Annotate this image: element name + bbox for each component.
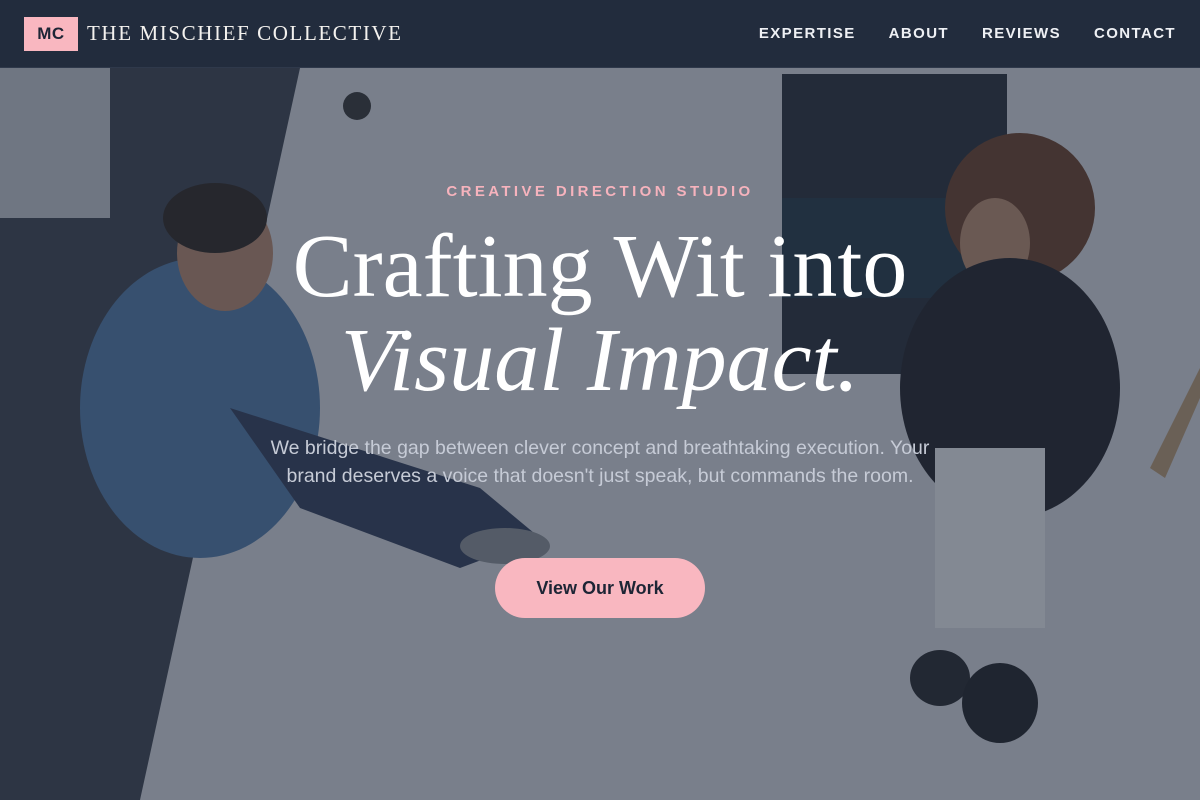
brand-name[interactable]: THE MISCHIEF COLLECTIVE [87, 21, 403, 46]
hero-subtext: We bridge the gap between clever concept… [270, 437, 930, 487]
nav-link-reviews[interactable]: REVIEWS [982, 25, 1061, 42]
view-our-work-button[interactable]: View Our Work [495, 558, 705, 618]
hero-headline: Crafting Wit into Visual Impact. [0, 220, 1200, 408]
site-header: MC THE MISCHIEF COLLECTIVE EXPERTISE ABO… [0, 0, 1200, 68]
hero-headline-line2: Visual Impact. [340, 311, 860, 410]
hero-headline-line1: Crafting Wit into [292, 217, 908, 316]
logo-badge[interactable]: MC [24, 16, 78, 51]
nav-link-contact[interactable]: CONTACT [1094, 25, 1176, 42]
hero-eyebrow: CREATIVE DIRECTION STUDIO [446, 183, 754, 200]
hero-content: CREATIVE DIRECTION STUDIO Crafting Wit i… [0, 68, 1200, 800]
nav-link-expertise[interactable]: EXPERTISE [759, 25, 856, 42]
hero-section: CREATIVE DIRECTION STUDIO Crafting Wit i… [0, 68, 1200, 800]
main-nav: EXPERTISE ABOUT REVIEWS CONTACT [759, 25, 1176, 42]
nav-link-about[interactable]: ABOUT [889, 25, 949, 42]
